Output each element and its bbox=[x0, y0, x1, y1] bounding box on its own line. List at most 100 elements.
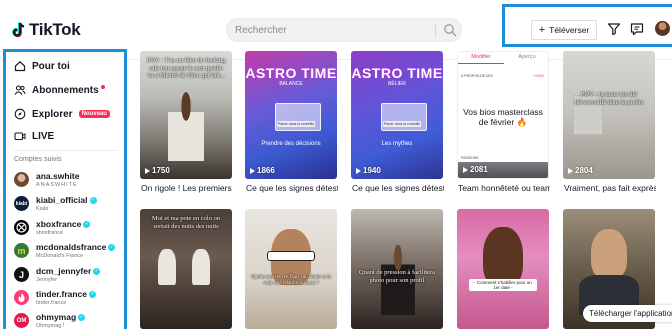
following-title: Comptes suivis bbox=[14, 156, 62, 163]
account-name: dcm_jennyfer ✓ bbox=[36, 266, 101, 276]
live-camera-icon bbox=[14, 132, 26, 141]
account-name: tinder.france ✓ bbox=[36, 289, 97, 299]
profile-avatar[interactable] bbox=[655, 21, 670, 36]
play-icon bbox=[568, 167, 573, 174]
avatar: kiabi bbox=[14, 196, 29, 211]
face bbox=[483, 227, 523, 287]
video-thumbnail[interactable]: Modifier Aperçu À PROPOS DE MOI +100% Vo… bbox=[457, 51, 549, 179]
account-name: ana.swhite bbox=[36, 171, 79, 181]
nav-for-you-label: Pour toi bbox=[32, 60, 70, 72]
jennyfer-logo-icon: J bbox=[18, 269, 24, 280]
video-caption[interactable]: Team honnêteté ou team... bbox=[458, 183, 550, 193]
video-caption[interactable]: Ce que les signes détest... bbox=[246, 183, 338, 193]
video-overlay-text: - Comment s'habiller pour un 1er date - bbox=[474, 280, 532, 290]
account-name: ohmymag ✓ bbox=[36, 312, 86, 322]
account-item[interactable]: OM ohmymag ✓ Ohmymag ! bbox=[14, 312, 124, 329]
verified-icon: ✓ bbox=[108, 243, 116, 251]
video-overlay-text: Moi et ma pote en colo on sortait des nu… bbox=[151, 215, 221, 230]
video-overlay-text: Vos bios masterclass de février 🔥 bbox=[463, 107, 543, 127]
search-input[interactable] bbox=[235, 22, 425, 39]
account-item[interactable]: kiabi kiabi_official ✓ Kiabi bbox=[14, 195, 124, 217]
video-overlay-text: POV : T'as un bleu de fucking sale ton a… bbox=[146, 57, 226, 79]
verified-icon: ✓ bbox=[89, 196, 97, 204]
view-count-value: 2081 bbox=[470, 165, 488, 174]
nav-for-you[interactable]: Pour toi bbox=[14, 60, 70, 72]
view-count-value: 1940 bbox=[363, 166, 381, 175]
zodiac-sign: BALANCE bbox=[279, 81, 303, 87]
nav-explore[interactable]: Explorer Nouveau bbox=[14, 108, 110, 120]
video-thumbnail[interactable]: POV : T'as un bleu de fucking sale ton a… bbox=[140, 51, 232, 179]
play-icon bbox=[250, 167, 255, 174]
avatar bbox=[14, 172, 29, 187]
percent-label: +100% bbox=[533, 74, 544, 78]
sunglasses bbox=[267, 251, 315, 261]
video-thumbnail[interactable]: POV : tu mets ton thé déverrouillé dans … bbox=[563, 51, 655, 179]
video-thumbnail[interactable]: ASTRO TIME BÉLIER Placer dans la corbeil… bbox=[351, 51, 443, 179]
video-title: ASTRO TIME bbox=[351, 65, 443, 81]
video-overlay-text: Les mythes bbox=[381, 141, 413, 147]
video-thumbnail[interactable]: Quelle sont les red flags sur Tinder et … bbox=[245, 209, 337, 329]
account-name: kiabi_official ✓ bbox=[36, 195, 97, 205]
account-username: dcm_jennyfer bbox=[36, 266, 92, 276]
view-count: 1940 bbox=[356, 166, 381, 175]
video-thumbnail[interactable]: ASTRO TIME BALANCE Placer dans la corbei… bbox=[245, 51, 337, 179]
person-figure bbox=[168, 91, 204, 161]
video-thumbnail[interactable]: - Comment s'habiller pour un 1er date - bbox=[457, 209, 549, 329]
account-item[interactable]: J dcm_jennyfer ✓ Jennyfer bbox=[14, 266, 124, 288]
account-item[interactable]: xboxfrance ✓ xboxfrance bbox=[14, 219, 124, 241]
notification-dot bbox=[100, 85, 105, 89]
people-icon bbox=[14, 85, 26, 95]
account-subtitle: ANASWHITE bbox=[36, 182, 78, 188]
nav-live[interactable]: LIVE bbox=[14, 130, 54, 142]
search-divider bbox=[435, 24, 436, 37]
zodiac-sign: BÉLIER bbox=[388, 81, 406, 87]
plus-icon: + bbox=[538, 24, 546, 36]
about-label: À PROPOS DE MOI bbox=[461, 74, 493, 78]
download-app-button[interactable]: Télécharger l'application bbox=[583, 305, 672, 322]
search-bar bbox=[226, 18, 462, 42]
inbox-filter-icon[interactable] bbox=[607, 22, 621, 36]
messages-icon[interactable] bbox=[630, 22, 644, 36]
view-count: 1750 bbox=[145, 166, 170, 175]
play-icon bbox=[463, 166, 468, 173]
verified-icon: ✓ bbox=[89, 290, 97, 298]
video-caption[interactable]: On rigole ! Les premiers ... bbox=[141, 183, 233, 193]
verified-icon: ✓ bbox=[83, 220, 91, 228]
figure-right bbox=[192, 249, 210, 285]
account-item[interactable]: m mcdonaldsfrance ✓ McDonald's France bbox=[14, 242, 124, 264]
account-item[interactable]: ana.swhite ANASWHITE bbox=[14, 171, 124, 193]
video-title: ASTRO TIME bbox=[245, 65, 337, 81]
home-icon bbox=[14, 61, 26, 72]
account-username: mcdonaldsfrance bbox=[36, 242, 107, 252]
account-item[interactable]: tinder.france ✓ tinder.france bbox=[14, 289, 124, 311]
account-subtitle: Jennyfer bbox=[36, 277, 58, 283]
view-count-value: 1750 bbox=[152, 166, 170, 175]
avatar: J bbox=[14, 267, 29, 282]
passions-label: PASSIONS bbox=[461, 156, 479, 160]
account-username: tinder.france bbox=[36, 289, 88, 299]
tiktok-note-icon bbox=[12, 22, 25, 38]
video-thumbnail[interactable]: Moi et ma pote en colo on sortait des nu… bbox=[140, 209, 232, 329]
tiktok-logo[interactable]: TikTok bbox=[12, 20, 81, 40]
video-thumbnail[interactable]: Quant de pression à facilitera photo pou… bbox=[351, 209, 443, 329]
upload-button[interactable]: + Téléverser bbox=[531, 20, 597, 40]
nav-following-label: Abonnements bbox=[32, 84, 99, 96]
video-caption[interactable]: Vraiment, pas fait exprès ... bbox=[564, 183, 656, 193]
view-count-value: 1866 bbox=[257, 166, 275, 175]
search-icon[interactable] bbox=[443, 23, 457, 37]
play-icon bbox=[356, 167, 361, 174]
brand-name: TikTok bbox=[29, 20, 81, 39]
account-username: xboxfrance bbox=[36, 219, 82, 229]
video-overlay-text: POV : tu mets ton thé déverrouillé dans … bbox=[574, 91, 644, 106]
account-subtitle: Ohmymag ! bbox=[36, 323, 65, 329]
video-caption[interactable]: Ce que les signes détest... bbox=[352, 183, 444, 193]
sidebar-divider bbox=[14, 150, 118, 151]
account-subtitle: McDonald's France bbox=[36, 253, 84, 259]
trash-button-graphic: Placer dans la corbeille bbox=[277, 121, 315, 127]
nav-following[interactable]: Abonnements bbox=[14, 84, 105, 96]
avatar bbox=[14, 220, 29, 235]
sidebar: Pour toi Abonnements Explorer Nouveau LI… bbox=[3, 49, 127, 329]
xbox-logo-icon bbox=[16, 222, 27, 233]
view-count: 2081 bbox=[463, 165, 488, 174]
account-subtitle: Kiabi bbox=[36, 206, 49, 212]
